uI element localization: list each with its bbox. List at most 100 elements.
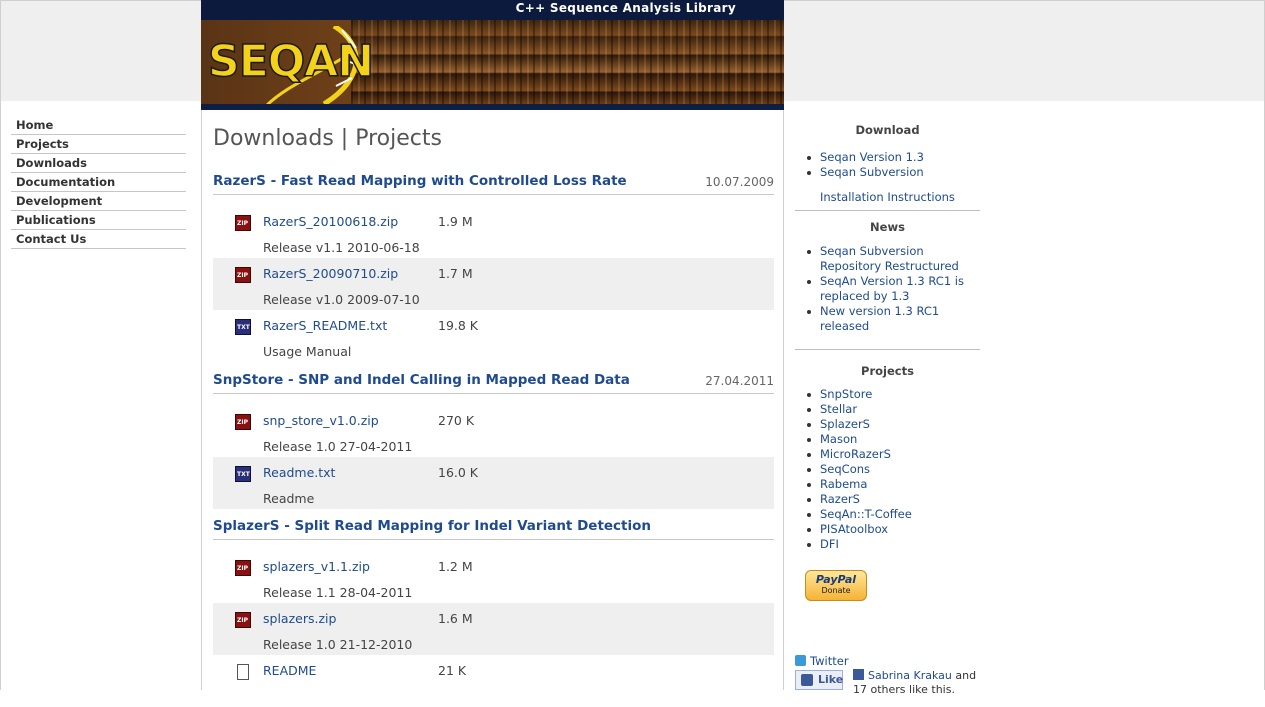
news-list: Seqan Subversion Repository Restructured…: [795, 244, 980, 334]
section-splazers: SplazerS - Split Read Mapping for Indel …: [213, 517, 774, 707]
page-title: Downloads | Projects: [213, 126, 442, 151]
news-item[interactable]: New version 1.3 RC1 released: [795, 304, 980, 334]
news-heading: News: [870, 220, 905, 234]
like-label: Like: [818, 673, 844, 686]
file-description: Release 1.0 27-04-2011: [263, 439, 413, 454]
section-header: SplazerS - Split Read Mapping for Indel …: [213, 517, 774, 540]
bookshelf-books: [351, 20, 784, 104]
project-link[interactable]: Stellar: [795, 402, 980, 417]
file-description: Release v1.1 2010-06-18: [263, 240, 420, 255]
seqan-logo[interactable]: SEQAN: [206, 26, 375, 106]
document-icon: [237, 664, 249, 680]
news-item[interactable]: SeqAn Version 1.3 RC1 is replaced by 1.3: [795, 274, 980, 304]
file-link[interactable]: README: [263, 663, 316, 678]
section-date: 27.04.2011: [705, 374, 774, 388]
file-row: README 21 K: [213, 655, 774, 707]
nav-documentation[interactable]: Documentation: [11, 173, 186, 192]
file-row: splazers_v1.1.zip 1.2 M Release 1.1 28-0…: [213, 551, 774, 603]
banner-tagline: C++ Sequence Analysis Library: [515, 1, 736, 15]
zip-file-icon: [235, 612, 251, 628]
banner-title-bar: C++ Sequence Analysis Library: [201, 0, 784, 20]
file-size: 1.2 M: [438, 559, 473, 574]
project-link[interactable]: SnpStore: [795, 387, 980, 402]
file-size: 270 K: [438, 413, 475, 428]
paypal-donate-button[interactable]: PayPal Donate: [805, 570, 867, 601]
project-link[interactable]: Rabema: [795, 477, 980, 492]
project-link[interactable]: RazerS: [795, 492, 980, 507]
file-description: Usage Manual: [263, 344, 352, 359]
file-description: Release v1.0 2009-07-10: [263, 292, 420, 307]
zip-file-icon: [235, 267, 251, 283]
file-size: 19.8 K: [438, 318, 479, 333]
file-size: 16.0 K: [438, 465, 479, 480]
file-row: Readme.txt 16.0 K Readme: [213, 457, 774, 509]
paypal-logo: PayPal: [815, 573, 857, 586]
download-list: Seqan Version 1.3 Seqan Subversion: [795, 150, 980, 180]
left-navigation: Home Projects Downloads Documentation De…: [11, 116, 186, 249]
nav-home[interactable]: Home: [11, 116, 186, 135]
project-link[interactable]: DFI: [795, 537, 980, 552]
page-border-left: [0, 0, 1, 690]
file-description: Release 1.1 28-04-2011: [263, 585, 413, 600]
project-link[interactable]: PISAtoolbox: [795, 522, 980, 537]
nav-publications[interactable]: Publications: [11, 211, 186, 230]
sidebar-divider: [795, 204, 980, 211]
news-item[interactable]: Seqan Subversion Repository Restructured: [795, 244, 980, 274]
file-link[interactable]: Readme.txt: [263, 465, 335, 480]
project-link[interactable]: SplazerS: [795, 417, 980, 432]
facebook-friend-name[interactable]: Sabrina Krakau: [868, 669, 952, 682]
nav-downloads[interactable]: Downloads: [11, 154, 186, 173]
file-link[interactable]: RazerS_20090710.zip: [263, 266, 398, 281]
facebook-icon: [853, 669, 864, 680]
logo-wordmark: SEQAN: [207, 35, 375, 88]
file-row: RazerS_20090710.zip 1.7 M Release v1.0 2…: [213, 258, 774, 310]
twitter-label: Twitter: [810, 654, 849, 668]
file-row: RazerS_README.txt 19.8 K Usage Manual: [213, 310, 774, 362]
download-heading: Download: [855, 123, 920, 137]
nav-projects[interactable]: Projects: [11, 135, 186, 154]
file-link[interactable]: RazerS_README.txt: [263, 318, 387, 333]
twitter-link[interactable]: Twitter: [795, 654, 849, 668]
download-link[interactable]: Seqan Version 1.3: [795, 150, 980, 165]
projects-heading: Projects: [861, 364, 914, 378]
file-link[interactable]: snp_store_v1.0.zip: [263, 413, 379, 428]
project-link[interactable]: SeqCons: [795, 462, 980, 477]
nav-development[interactable]: Development: [11, 192, 186, 211]
zip-file-icon: [235, 560, 251, 576]
sidebar-divider: [795, 334, 980, 350]
file-description: Release 1.0 21-12-2010: [263, 637, 413, 652]
file-link[interactable]: splazers_v1.1.zip: [263, 559, 370, 574]
file-row: snp_store_v1.0.zip 270 K Release 1.0 27-…: [213, 405, 774, 457]
site-banner: C++ Sequence Analysis Library SEQAN: [201, 0, 784, 110]
right-sidebar: Download Seqan Version 1.3 Seqan Subvers…: [795, 120, 980, 552]
file-description: Readme: [263, 491, 315, 506]
section-header: RazerS - Fast Read Mapping with Controll…: [213, 172, 774, 195]
thumbs-up-icon: [801, 674, 813, 686]
section-date: 10.07.2009: [705, 175, 774, 189]
section-razers: RazerS - Fast Read Mapping with Controll…: [213, 172, 774, 362]
file-link[interactable]: splazers.zip: [263, 611, 336, 626]
project-link[interactable]: Mason: [795, 432, 980, 447]
facebook-like-text: Sabrina Krakau and 17 others like this.: [853, 669, 978, 697]
section-title[interactable]: SnpStore - SNP and Indel Calling in Mapp…: [213, 372, 630, 388]
file-size: 21 K: [438, 663, 467, 678]
donate-label: Donate: [821, 586, 851, 595]
facebook-like-button[interactable]: Like: [795, 670, 843, 690]
project-link[interactable]: SeqAn::T-Coffee: [795, 507, 980, 522]
file-row: splazers.zip 1.6 M Release 1.0 21-12-201…: [213, 603, 774, 655]
txt-file-icon: [235, 466, 251, 482]
nav-contact-us[interactable]: Contact Us: [11, 230, 186, 249]
section-title[interactable]: RazerS - Fast Read Mapping with Controll…: [213, 173, 627, 189]
section-header: SnpStore - SNP and Indel Calling in Mapp…: [213, 371, 774, 394]
file-size: 1.6 M: [438, 611, 473, 626]
installation-instructions-link[interactable]: Installation Instructions: [795, 190, 980, 204]
zip-file-icon: [235, 414, 251, 430]
project-link[interactable]: MicroRazerS: [795, 447, 980, 462]
section-title[interactable]: SplazerS - Split Read Mapping for Indel …: [213, 518, 651, 534]
download-link[interactable]: Seqan Subversion: [795, 165, 980, 180]
twitter-icon: [795, 655, 806, 666]
file-link[interactable]: RazerS_20100618.zip: [263, 214, 398, 229]
file-row: RazerS_20100618.zip 1.9 M Release v1.1 2…: [213, 206, 774, 258]
txt-file-icon: [235, 319, 251, 335]
projects-list: SnpStore Stellar SplazerS Mason MicroRaz…: [795, 387, 980, 552]
